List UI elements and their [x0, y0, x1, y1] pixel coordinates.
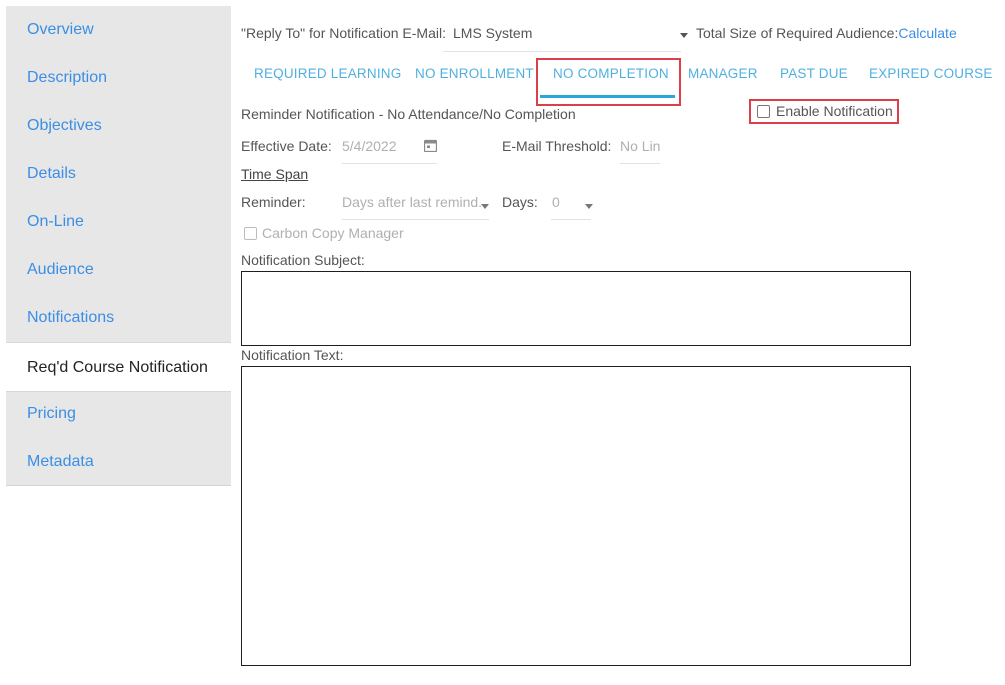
calendar-icon[interactable]: [423, 139, 438, 153]
sidebar-item-audience[interactable]: Audience: [6, 246, 231, 294]
notification-text-textarea[interactable]: [241, 366, 911, 666]
tab-expired-course[interactable]: EXPIRED COURSE: [869, 66, 993, 81]
email-threshold-label: E-Mail Threshold:: [502, 138, 612, 154]
reminder-value: Days after last remind...: [342, 194, 482, 210]
effective-date-label: Effective Date:: [241, 138, 332, 154]
sidebar-item-reqd-course-notification[interactable]: Req'd Course Notification: [6, 342, 231, 392]
reply-to-dropdown-icon[interactable]: [680, 33, 688, 38]
section-title: Reminder Notification - No Attendance/No…: [241, 106, 576, 122]
highlight-box-tab: [536, 58, 681, 106]
time-span-label: Time Span: [241, 166, 309, 182]
sidebar-item-description[interactable]: Description: [6, 54, 231, 102]
reply-to-value: LMS System: [453, 25, 533, 41]
reminder-dropdown-icon[interactable]: [481, 204, 489, 209]
effective-date-input[interactable]: 5/4/2022: [342, 131, 437, 164]
email-threshold-input[interactable]: No Lin: [620, 131, 660, 164]
enable-notification-checkbox[interactable]: [757, 105, 770, 118]
sidebar-item-pricing[interactable]: Pricing: [6, 390, 231, 438]
audience-size-text: Total Size of Required Audience:: [696, 25, 899, 41]
tab-past-due[interactable]: PAST DUE: [780, 66, 848, 81]
email-threshold-value: No Lin: [620, 138, 660, 154]
notification-subject-textarea[interactable]: [241, 271, 911, 346]
sidebar-nav: Overview Description Objectives Details …: [6, 6, 231, 486]
effective-date-value: 5/4/2022: [342, 138, 397, 154]
reminder-label: Reminder:: [241, 194, 306, 210]
sidebar-item-objectives[interactable]: Objectives: [6, 102, 231, 150]
enable-notification-label[interactable]: Enable Notification: [776, 103, 893, 119]
tab-required-learning[interactable]: REQUIRED LEARNING: [254, 66, 401, 81]
days-label: Days:: [502, 194, 538, 210]
calculate-link[interactable]: Calculate: [898, 25, 956, 41]
notification-subject-label: Notification Subject:: [241, 252, 365, 268]
sidebar-item-details[interactable]: Details: [6, 150, 231, 198]
carbon-copy-manager-checkbox[interactable]: [244, 227, 257, 240]
tab-manager[interactable]: MANAGER: [688, 66, 758, 81]
tab-no-enrollment[interactable]: NO ENROLLMENT: [415, 66, 534, 81]
notification-text-label: Notification Text:: [241, 347, 344, 363]
reply-to-label: "Reply To" for Notification E-Mail:: [241, 25, 446, 41]
sidebar-item-notifications[interactable]: Notifications: [6, 294, 231, 342]
days-dropdown-icon[interactable]: [585, 204, 593, 209]
carbon-copy-manager-label: Carbon Copy Manager: [262, 225, 404, 241]
sidebar-item-online[interactable]: On-Line: [6, 198, 231, 246]
days-value: 0: [552, 194, 560, 210]
sidebar-item-overview[interactable]: Overview: [6, 6, 231, 54]
reminder-select[interactable]: Days after last remind...: [342, 187, 489, 220]
reply-to-select[interactable]: LMS System: [443, 18, 681, 52]
sidebar-item-metadata[interactable]: Metadata: [6, 438, 231, 486]
audience-size-label: Total Size of Required Audience:Calculat…: [696, 25, 957, 41]
